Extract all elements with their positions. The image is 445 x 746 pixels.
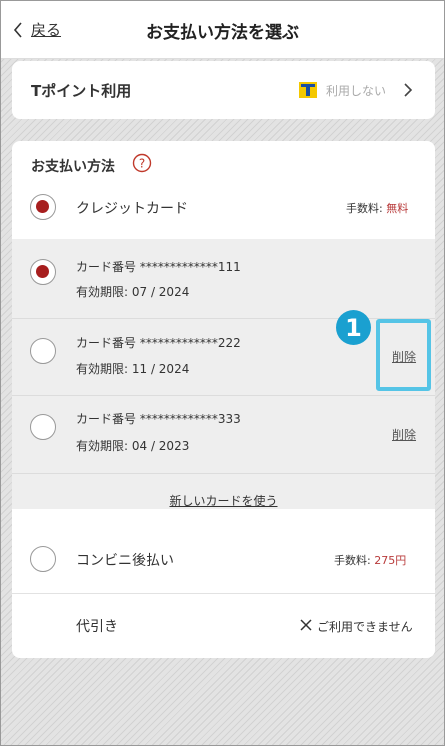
konbini-radio[interactable] <box>30 546 56 572</box>
card-radio[interactable] <box>30 338 56 364</box>
use-new-card-link[interactable]: 新しいカードを使う <box>12 492 435 509</box>
tpoint-label: Tポイント利用 <box>31 82 132 100</box>
callout-highlight <box>376 319 431 391</box>
card-expiry: 有効期限: 07 / 2024 <box>76 285 190 299</box>
card-expiry: 有効期限: 11 / 2024 <box>76 362 190 376</box>
tpoint-logo-icon <box>299 82 317 98</box>
cod-status: ご利用できません <box>317 620 413 634</box>
delete-card-button[interactable]: 削除 <box>392 426 416 443</box>
credit-card-radio[interactable] <box>30 194 56 220</box>
payment-method-card: お支払い方法 ? クレジットカード 手数料: 無料 カード番号 ********… <box>12 141 435 658</box>
card-number: カード番号 *************333 <box>76 412 241 426</box>
credit-card-label: クレジットカード <box>76 201 188 217</box>
card-number: カード番号 *************222 <box>76 336 241 350</box>
payment-method-title: お支払い方法 <box>31 159 115 175</box>
divider <box>12 395 435 396</box>
credit-card-fee: 手数料: 無料 <box>346 202 409 215</box>
tpoint-value: 利用しない <box>326 84 387 98</box>
cod-label: 代引き <box>76 619 118 635</box>
konbini-fee: 手数料: 275円 <box>334 554 407 567</box>
callout-badge: 1 <box>336 310 371 345</box>
svg-text:?: ? <box>139 157 145 171</box>
card-number: カード番号 *************111 <box>76 260 241 274</box>
divider <box>12 318 435 319</box>
card-expiry: 有効期限: 04 / 2023 <box>76 439 190 453</box>
help-icon[interactable]: ? <box>132 153 152 173</box>
close-icon <box>300 619 312 631</box>
konbini-label: コンビニ後払い <box>76 553 174 569</box>
chevron-right-icon <box>404 83 413 97</box>
tpoint-row[interactable]: Tポイント利用 利用しない <box>12 61 435 119</box>
card-radio[interactable] <box>30 259 56 285</box>
app-header: 戻る お支払い方法を選ぶ <box>1 1 444 59</box>
divider <box>12 473 435 474</box>
divider <box>12 593 435 594</box>
card-radio[interactable] <box>30 414 56 440</box>
page-title: お支払い方法を選ぶ <box>146 23 299 43</box>
